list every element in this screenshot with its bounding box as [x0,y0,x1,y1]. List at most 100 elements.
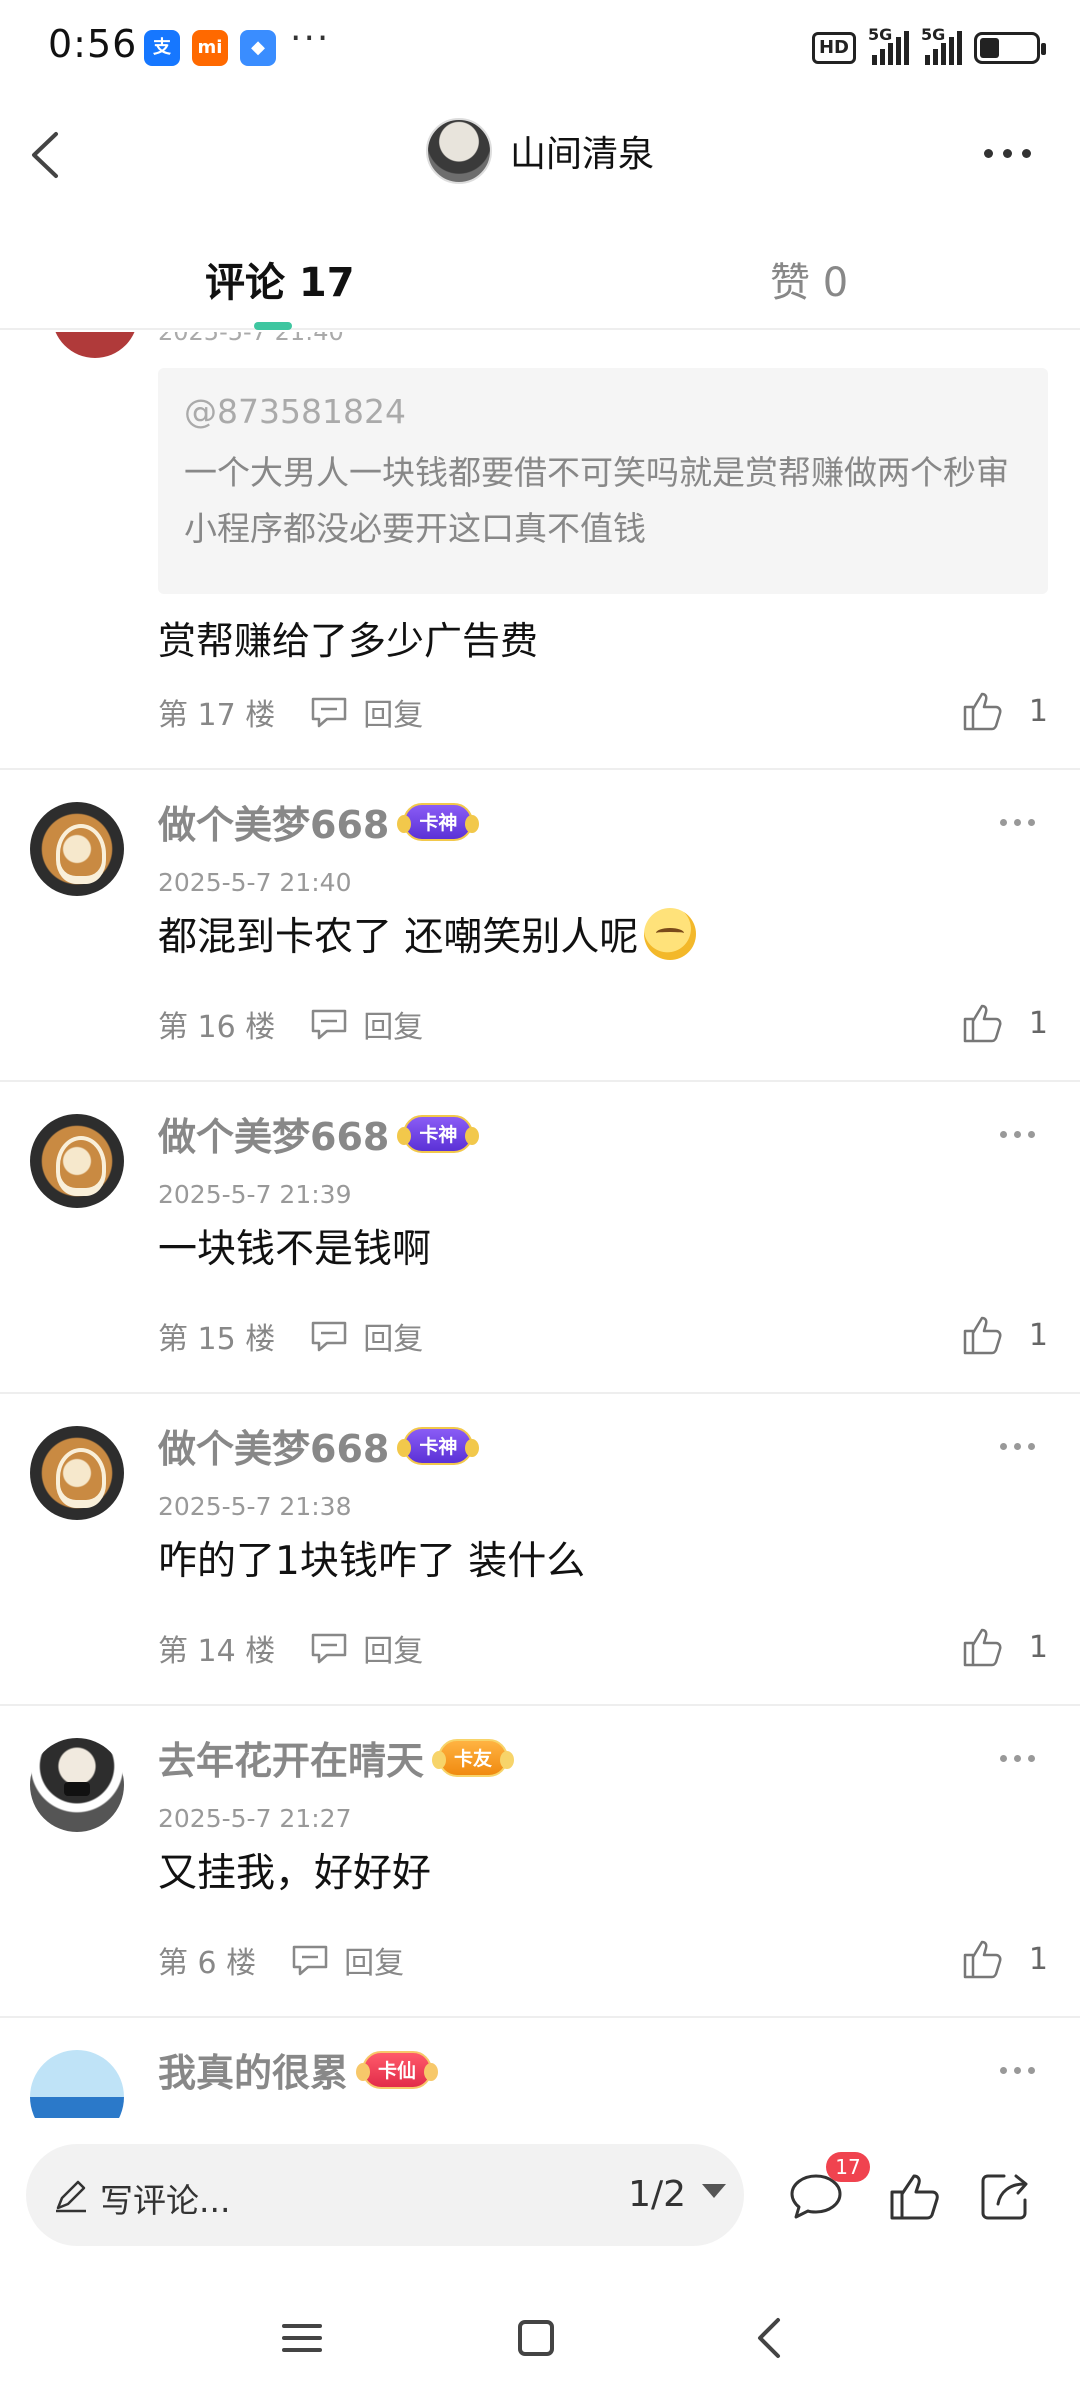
comment-author[interactable]: 我真的很累 [158,2042,348,2097]
quoted-comment[interactable]: @873581824 一个大男人一块钱都要借不可笑吗就是赏帮赚做两个秒审小程序都… [158,368,1048,594]
level-badge: 卡友 [432,1738,515,1777]
reply-button[interactable]: 回复 [363,690,423,734]
signal-icon-1: 5G [868,25,909,65]
write-comment-input[interactable]: 写评论... 1/2 [26,2144,744,2246]
system-navigation-bar [0,2278,1080,2400]
reply-button[interactable]: 回复 [344,1938,404,1982]
back-arrow-icon [32,132,58,178]
comment-author[interactable]: 做个美梦668 [158,1106,389,1161]
comment-meta: 第 17 楼 回复 [158,690,423,734]
thumbs-up-icon [963,692,1002,731]
quote-handle: @873581824 [184,392,406,431]
list-item: 去年花开在晴天 卡友 2025-5-7 21:27 又挂我，好好好 第 6 楼 … [0,1706,1080,2016]
avatar[interactable] [30,1426,124,1520]
header-username[interactable]: 山间清泉 [510,125,654,177]
floor-number: 第 16 楼 [158,1010,276,1045]
like-button[interactable]: 1 [961,686,1048,736]
avatar[interactable] [30,1114,124,1208]
reply-button[interactable]: 回复 [363,1002,423,1046]
like-button[interactable]: 1 [961,1934,1048,1984]
status-time: 0:56 [48,22,138,66]
reply-icon[interactable] [309,1631,349,1665]
thumbs-up-icon [890,2174,939,2220]
signal-icon-2: 5G [921,25,962,65]
pencil-icon [56,2180,86,2213]
comment-author[interactable]: 去年花开在晴天 [158,1730,424,1785]
like-count: 1 [1028,693,1048,729]
avatar[interactable] [30,2050,124,2118]
header-user[interactable]: 山间清泉 [426,118,654,184]
more-options-icon[interactable] [984,138,1040,168]
status-indicators: HD 5G 5G [811,25,1046,68]
avatar[interactable] [426,118,492,184]
mi-icon: mi [192,30,228,66]
comment-meta: 第 15 楼 回复 [158,1314,423,1358]
comment-list[interactable]: 2025-5-7 21:40 @873581824 一个大男人一块钱都要借不可笑… [0,332,1080,2118]
comment-text: 一块钱不是钱啊 [158,1227,432,1272]
comment-author[interactable]: 做个美梦668 [158,1418,389,1473]
level-badge: 卡神 [397,1114,480,1153]
avatar[interactable] [52,332,138,358]
comment-time: 2025-5-7 21:40 [158,868,352,897]
thumbs-up-icon [963,1628,1002,1667]
comment-time: 2025-5-7 21:38 [158,1492,352,1521]
comment-text: 都混到卡农了 还嘲笑别人呢 [158,915,639,960]
home-button[interactable] [506,2308,566,2368]
comment-more-icon[interactable] [1000,1748,1040,1768]
comment-text: 咋的了1块钱咋了 装什么 [158,1539,586,1584]
page-indicator[interactable]: 1/2 [628,2174,686,2215]
comment-more-icon[interactable] [1000,812,1040,832]
like-post-button[interactable] [884,2166,944,2226]
like-button[interactable]: 1 [961,998,1048,1048]
like-button[interactable]: 1 [961,1622,1048,1672]
comment-meta: 第 14 楼 回复 [158,1626,423,1670]
reply-icon[interactable] [309,1007,349,1041]
tab-indicator [254,322,292,330]
tab-comments[interactable]: 评论 17 [205,250,355,308]
list-item: 做个美梦668 卡神 2025-5-7 21:40 都混到卡农了 还嘲笑别人呢 … [0,770,1080,1080]
comment-more-icon[interactable] [1000,1436,1040,1456]
battery-icon [974,32,1046,64]
menu-button[interactable] [272,2308,332,2368]
level-badge: 卡仙 [356,2050,439,2089]
back-button[interactable] [18,120,78,190]
like-count: 1 [1028,1005,1048,1041]
avatar[interactable] [30,802,124,896]
share-icon [981,2174,1028,2220]
comment-time: 2025-5-7 21:27 [158,1804,352,1833]
reply-icon[interactable] [309,695,349,729]
list-item: 做个美梦668 卡神 2025-5-7 21:38 咋的了1块钱咋了 装什么 第… [0,1394,1080,1704]
avatar[interactable] [30,1738,124,1832]
like-button[interactable]: 1 [961,1310,1048,1360]
comment-author[interactable]: 做个美梦668 [158,794,389,849]
write-comment-placeholder: 写评论... [100,2181,231,2220]
reply-icon[interactable] [309,1319,349,1353]
alipay-icon: 支 [144,30,180,66]
quote-text: 一个大男人一块钱都要借不可笑吗就是赏帮赚做两个秒审小程序都没必要开这口真不值钱 [184,453,1009,548]
like-count: 1 [1028,1629,1048,1665]
level-badge: 卡神 [397,1426,480,1465]
chevron-down-icon[interactable] [702,2184,726,2198]
system-back-button[interactable] [740,2308,800,2368]
floor-number: 第 14 楼 [158,1634,276,1669]
comment-text: 赏帮赚给了多少广告费 [158,619,539,663]
comment-meta: 第 16 楼 回复 [158,1002,423,1046]
comment-more-icon[interactable] [1000,1124,1040,1144]
reply-button[interactable]: 回复 [363,1314,423,1358]
home-square-icon [518,2320,554,2356]
reply-icon[interactable] [290,1943,330,1977]
list-item: 做个美梦668 卡神 2025-5-7 21:39 一块钱不是钱啊 第 15 楼… [0,1082,1080,1392]
share-button[interactable] [976,2166,1036,2226]
floor-number: 第 17 楼 [158,698,276,733]
hd-voice-icon: HD [811,32,856,64]
level-badge: 卡神 [397,802,480,841]
comment-more-icon[interactable] [1000,2060,1040,2080]
like-count: 1 [1028,1941,1048,1977]
tab-likes[interactable]: 赞 0 [770,250,848,308]
comment-meta: 第 6 楼 回复 [158,1938,404,1982]
messages-icon: ◆ [240,30,276,66]
reply-button[interactable]: 回复 [363,1626,423,1670]
list-item: 我真的很累 卡仙 [0,2018,1080,2118]
overflow-icon: ··· [290,18,331,59]
thumbs-up-icon [963,1004,1002,1043]
